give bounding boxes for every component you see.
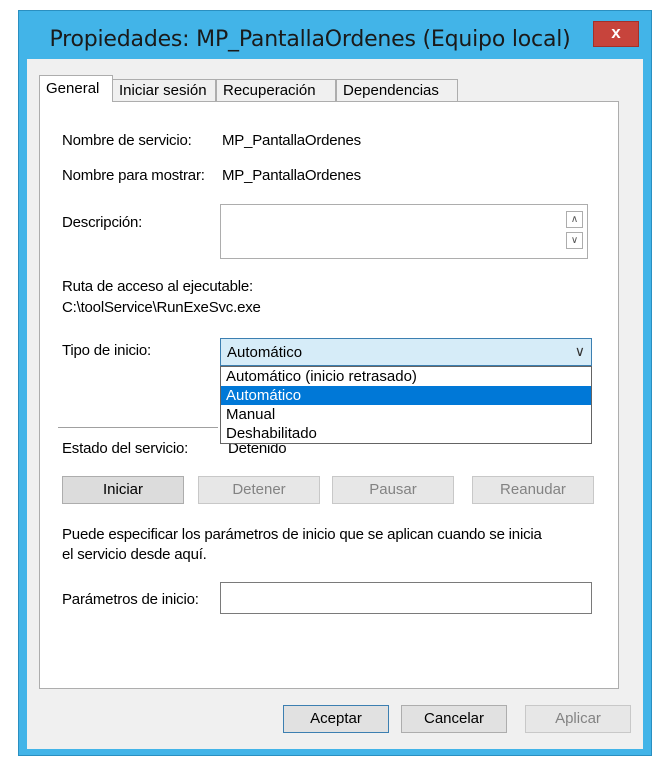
resume-button[interactable]: Reanudar — [472, 476, 594, 504]
startup-option-automatic[interactable]: Automático — [221, 386, 591, 405]
separator-line — [58, 427, 218, 428]
window-title: Propiedades: MP_PantallaOrdenes (Equipo … — [49, 27, 571, 52]
startup-params-info-line1: Puede especificar los parámetros de inic… — [62, 526, 542, 543]
stop-button[interactable]: Detener — [198, 476, 320, 504]
display-name-label: Nombre para mostrar: — [62, 167, 205, 184]
startup-type-label: Tipo de inicio: — [62, 342, 151, 359]
description-label: Descripción: — [62, 214, 143, 231]
general-panel: Nombre de servicio: MP_PantallaOrdenes N… — [39, 101, 619, 689]
service-status-label: Estado del servicio: — [62, 440, 189, 457]
startup-params-info-line2: el servicio desde aquí. — [62, 546, 207, 563]
chevron-down-icon: ∨ — [574, 343, 585, 359]
apply-button[interactable]: Aplicar — [525, 705, 631, 733]
startup-type-selected: Automático — [227, 344, 303, 361]
description-textbox[interactable]: ∧ ∨ — [220, 204, 588, 259]
close-button[interactable]: x — [593, 21, 639, 47]
service-name-label: Nombre de servicio: — [62, 132, 192, 149]
ok-button[interactable]: Aceptar — [283, 705, 389, 733]
tab-iniciar-sesion[interactable]: Iniciar sesión — [112, 79, 216, 101]
properties-dialog: Propiedades: MP_PantallaOrdenes (Equipo … — [18, 10, 652, 756]
startup-params-input[interactable] — [220, 582, 592, 614]
tab-general[interactable]: General — [39, 75, 113, 102]
chevron-up-icon[interactable]: ∧ — [566, 211, 583, 228]
close-icon: x — [611, 23, 621, 42]
startup-option-manual[interactable]: Manual — [221, 405, 591, 424]
chevron-down-icon[interactable]: ∨ — [566, 232, 583, 249]
cancel-button[interactable]: Cancelar — [401, 705, 507, 733]
path-label: Ruta de acceso al ejecutable: — [62, 278, 253, 295]
title-bar[interactable]: Propiedades: MP_PantallaOrdenes (Equipo … — [19, 11, 651, 59]
path-value: C:\toolService\RunExeSvc.exe — [62, 299, 261, 316]
tab-recuperacion[interactable]: Recuperación — [216, 79, 336, 101]
startup-option-disabled[interactable]: Deshabilitado — [221, 424, 591, 443]
startup-type-dropdown: Automático (inicio retrasado) Automático… — [220, 366, 592, 444]
dialog-client-area: General Iniciar sesión Recuperación Depe… — [27, 59, 643, 749]
service-name-value: MP_PantallaOrdenes — [222, 132, 361, 149]
display-name-value: MP_PantallaOrdenes — [222, 167, 361, 184]
tab-dependencias[interactable]: Dependencias — [336, 79, 458, 101]
pause-button[interactable]: Pausar — [332, 476, 454, 504]
startup-params-label: Parámetros de inicio: — [62, 591, 199, 608]
start-button[interactable]: Iniciar — [62, 476, 184, 504]
startup-option-delayed[interactable]: Automático (inicio retrasado) — [221, 367, 591, 386]
startup-type-select[interactable]: Automático ∨ — [220, 338, 592, 366]
